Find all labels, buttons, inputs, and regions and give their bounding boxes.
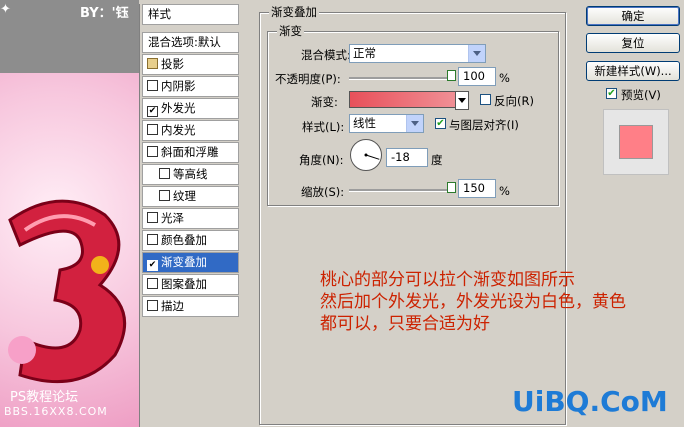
style-label: 样式(L): — [302, 120, 345, 134]
angle-input[interactable]: -18 — [386, 148, 428, 167]
style-checkbox[interactable] — [147, 234, 158, 245]
styles-panel-title[interactable]: 样式 — [142, 4, 239, 25]
scale-label: 缩放(S): — [301, 185, 345, 199]
style-item[interactable]: 内阴影 — [142, 76, 239, 97]
opacity-slider-thumb[interactable] — [447, 70, 456, 81]
style-item-label: 等高线 — [173, 167, 208, 181]
style-item-label: 斜面和浮雕 — [161, 145, 219, 159]
style-item-label: 图案叠加 — [161, 277, 207, 291]
scale-input[interactable]: 150 — [458, 179, 496, 198]
scale-percent: % — [499, 184, 510, 198]
align-with-layer-checkbox[interactable]: ✔ — [435, 118, 446, 129]
style-item[interactable]: ✔ 外发光 — [142, 98, 239, 119]
style-item[interactable]: 图案叠加 — [142, 274, 239, 295]
angle-dial[interactable] — [349, 138, 383, 172]
style-checkbox[interactable] — [147, 58, 158, 69]
styles-panel: 样式 混合选项:默认 投影 内阴影 ✔ 外发光 内发光 斜面和浮雕 等高线 纹理 光泽 颜色叠加 ✔… — [139, 4, 241, 427]
canvas-watermark-url: BBS.16XX8.COM — [4, 405, 108, 418]
style-item[interactable]: 描边 — [142, 296, 239, 317]
style-item[interactable]: 等高线 — [142, 164, 239, 185]
align-with-layer-label: 与图层对齐(I) — [449, 118, 519, 132]
style-item-label: 光泽 — [161, 211, 184, 225]
style-item[interactable]: 颜色叠加 — [142, 230, 239, 251]
style-checkbox[interactable] — [159, 168, 170, 179]
chevron-down-icon[interactable] — [455, 91, 469, 110]
reset-button[interactable]: 复位 — [586, 33, 680, 53]
style-item-label: 渐变叠加 — [161, 255, 207, 269]
angle-unit: 度 — [431, 153, 443, 167]
style-item[interactable]: 内发光 — [142, 120, 239, 141]
canvas-watermark-icon: ✦ — [0, 2, 11, 17]
gradient-picker[interactable] — [349, 91, 469, 110]
scale-slider[interactable] — [349, 189, 451, 192]
style-item-label: 内阴影 — [161, 79, 196, 93]
style-select[interactable]: 线性 — [349, 114, 424, 133]
style-item-label: 纹理 — [173, 189, 196, 203]
style-item-label: 内发光 — [161, 123, 196, 137]
canvas-watermark-site: PS教程论坛 — [10, 390, 79, 405]
group-title: 渐变叠加 — [269, 4, 319, 20]
style-item[interactable]: 投影 — [142, 54, 239, 75]
gradient-subgroup-title: 渐变 — [277, 23, 304, 39]
opacity-label: 不透明度(P): — [275, 72, 341, 86]
style-preview — [603, 109, 669, 175]
style-item[interactable]: ✔ 渐变叠加 — [142, 252, 239, 273]
blend-mode-label: 混合模式: — [301, 48, 351, 62]
style-item[interactable]: 斜面和浮雕 — [142, 142, 239, 163]
style-item-label: 投影 — [161, 57, 184, 71]
preview-swatch — [619, 125, 653, 159]
style-item[interactable]: 光泽 — [142, 208, 239, 229]
style-item[interactable]: 纹理 — [142, 186, 239, 207]
site-logo: UiBQ.CoM — [512, 385, 668, 418]
style-item-label: 颜色叠加 — [161, 233, 207, 247]
annotation-line-3: 都可以，只要合适为好 — [320, 314, 490, 334]
angle-label: 角度(N): — [299, 153, 344, 167]
ok-button[interactable]: 确定 — [586, 6, 680, 26]
style-checkbox[interactable] — [147, 80, 158, 91]
blend-mode-select[interactable]: 正常 — [349, 44, 486, 63]
new-style-button[interactable]: 新建样式(W)... — [586, 61, 680, 81]
canvas-watermark-top: BY：'钰 — [80, 6, 129, 21]
style-checkbox[interactable] — [147, 212, 158, 223]
blend-options-item[interactable]: 混合选项:默认 — [142, 32, 239, 53]
opacity-input[interactable]: 100 — [458, 67, 496, 86]
opacity-slider[interactable] — [349, 77, 451, 80]
gradient-label: 渐变: — [311, 95, 338, 109]
reverse-label: 反向(R) — [494, 94, 534, 108]
style-checkbox[interactable] — [147, 124, 158, 135]
style-checkbox[interactable]: ✔ — [147, 106, 158, 117]
chevron-down-icon — [468, 45, 485, 62]
style-item-label: 外发光 — [161, 101, 196, 115]
document-canvas: ✦ BY：'钰 PS教程论坛 BBS.16XX8.COM — [0, 0, 139, 427]
preview-label: 预览(V) — [621, 88, 661, 102]
style-checkbox[interactable]: ✔ — [147, 260, 158, 271]
style-checkbox[interactable] — [147, 146, 158, 157]
chevron-down-icon — [406, 115, 423, 132]
style-item-label: 描边 — [161, 299, 184, 313]
reverse-checkbox[interactable] — [480, 94, 491, 105]
gradient-overlay-panel: 渐变叠加 渐变 混合模式: 正常 不透明度(P): 100 % 渐变: 反向(R… — [259, 4, 566, 427]
number-three-artwork — [8, 199, 127, 384]
preview-checkbox[interactable]: ✔ — [606, 88, 617, 99]
scale-slider-thumb[interactable] — [447, 182, 456, 193]
opacity-percent: % — [499, 71, 510, 85]
style-checkbox[interactable] — [159, 190, 170, 201]
style-checkbox[interactable] — [147, 300, 158, 311]
style-checkbox[interactable] — [147, 278, 158, 289]
